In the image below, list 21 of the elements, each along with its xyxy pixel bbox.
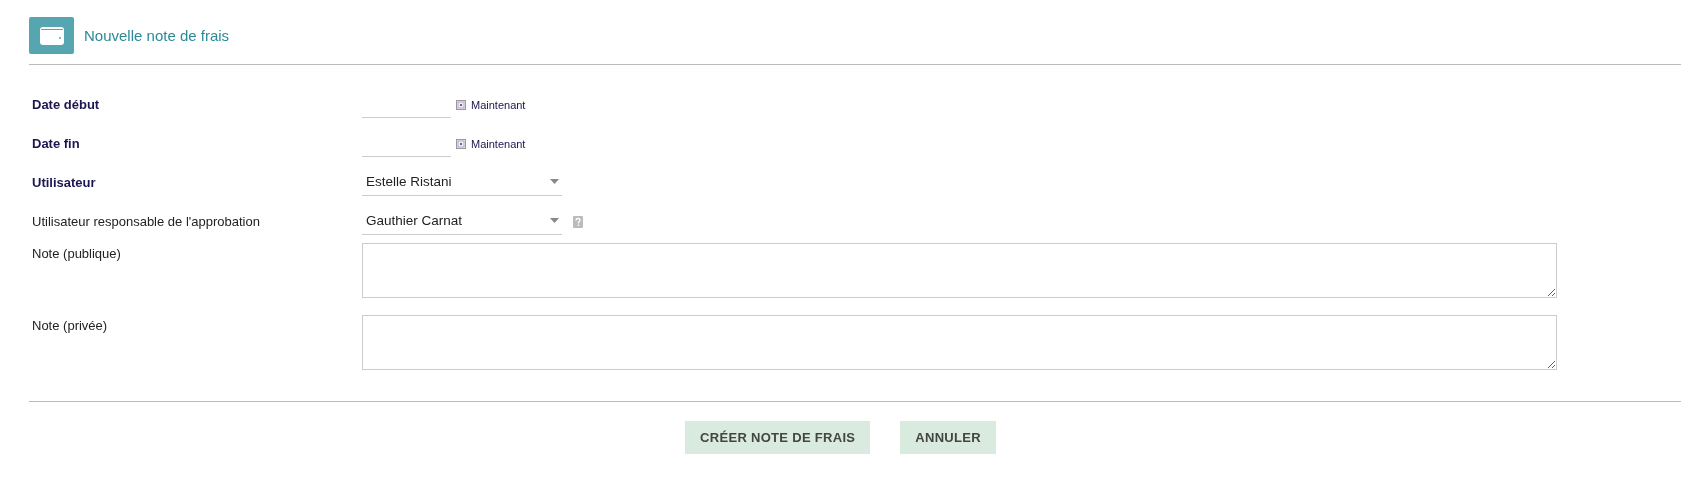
calendar-icon[interactable]	[456, 138, 466, 149]
calendar-icon[interactable]	[456, 99, 466, 110]
note-field[interactable]	[362, 315, 1557, 370]
field-label: Note (publique)	[32, 245, 122, 261]
cancel-button[interactable]: ANNULER	[900, 421, 996, 454]
now-link[interactable]: Maintenant	[471, 137, 526, 150]
create-button[interactable]: CRÉER NOTE DE FRAIS	[685, 421, 871, 454]
caret-icon	[550, 217, 559, 223]
help-icon[interactable]	[573, 215, 583, 228]
field-label: Note (privée)	[32, 317, 109, 333]
note-field[interactable]	[362, 243, 1557, 298]
field-label: Date fin	[32, 136, 81, 151]
now-link[interactable]: Maintenant	[471, 98, 526, 111]
caret-icon	[550, 178, 559, 184]
select-field[interactable]: Estelle Ristani	[362, 169, 562, 196]
field-label: Date début	[32, 97, 101, 112]
wallet-icon	[29, 17, 74, 54]
field-label: Utilisateur responsable de l'approbation	[32, 214, 261, 229]
select-field[interactable]: Gauthier Carnat	[362, 208, 562, 235]
field-label: Utilisateur	[32, 175, 97, 190]
page-title: Nouvelle note de frais	[84, 27, 230, 44]
